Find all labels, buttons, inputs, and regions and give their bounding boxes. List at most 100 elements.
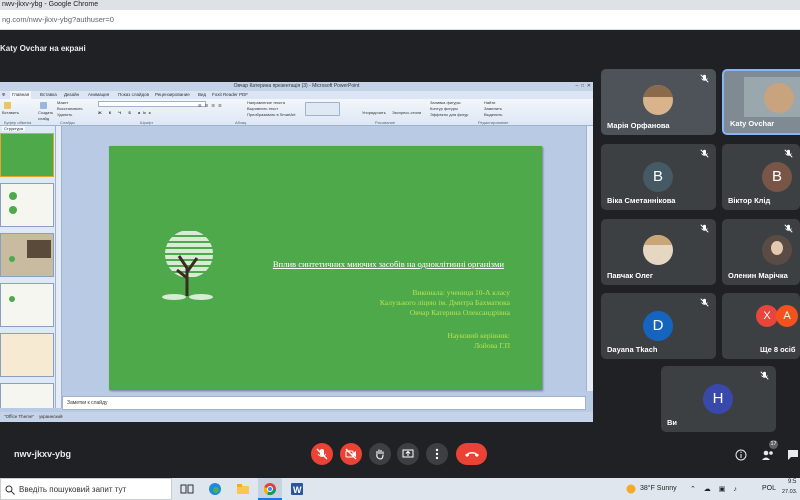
chrome-icon: [264, 483, 276, 496]
file-explorer-icon[interactable]: [236, 482, 250, 496]
tab-insert[interactable]: Вставка: [40, 91, 57, 99]
participant-photo: [762, 235, 792, 265]
task-view-icon[interactable]: [180, 482, 194, 496]
tab-animation[interactable]: Анимация: [88, 91, 109, 99]
new-slide-icon[interactable]: [40, 102, 47, 109]
slide-scrollbar[interactable]: [586, 126, 593, 391]
ribbon: Вставить Создать слайд Макет Восстановит…: [0, 99, 593, 126]
chat-icon[interactable]: [787, 449, 799, 461]
self-tile[interactable]: H Ви: [661, 366, 776, 432]
participant-name: Марія Орфанова: [607, 121, 670, 130]
people-icon[interactable]: [761, 449, 775, 461]
camera-off-icon: [345, 448, 357, 460]
more-vert-icon: [435, 448, 439, 460]
select-button[interactable]: Выделить: [484, 112, 502, 118]
participant-tile-2[interactable]: Katy Ovchar: [722, 69, 800, 135]
powerpoint-title: Овчар Катерина презентація (3) - Microso…: [0, 82, 593, 91]
clock-time[interactable]: 9:5: [788, 479, 796, 485]
leave-call-button[interactable]: [456, 443, 487, 465]
weather-sun-icon[interactable]: [624, 482, 638, 496]
address-bar[interactable]: ng.com/nwv-jkxv-ybg?authuser=0: [0, 10, 800, 30]
tab-home[interactable]: Главная: [10, 91, 32, 99]
paragraph-icons[interactable]: ☰ ☰ ☰ ☰: [198, 103, 223, 109]
quick-styles-button[interactable]: Экспресс-стили: [392, 110, 421, 116]
shapes-gallery-icon[interactable]: [305, 102, 340, 116]
slide-author-block: Виконала: учениця 10-А класу Калузького …: [380, 288, 510, 318]
participant-tile-3[interactable]: В Віка Сметаннікова: [601, 144, 716, 210]
mic-toggle-button[interactable]: [311, 443, 333, 465]
font-format-icons[interactable]: Ж К Ч S abc: [98, 110, 154, 116]
group-drawing: Рисование: [375, 120, 396, 125]
language-status: украинский: [39, 414, 63, 419]
camera-toggle-button[interactable]: [340, 443, 362, 465]
participant-name: Павчак Олег: [607, 271, 653, 280]
participant-avatar: D: [643, 311, 673, 341]
raise-hand-button[interactable]: [369, 443, 391, 465]
shape-effects-button[interactable]: Эффекты для фигур: [430, 112, 468, 118]
participant-tile-5[interactable]: Павчак Олег: [601, 219, 716, 285]
smartart-button[interactable]: Преобразовать в SmartArt: [247, 112, 296, 118]
arrange-button[interactable]: Упорядочить: [362, 110, 386, 116]
participant-photo: [764, 83, 794, 113]
svg-text:W: W: [293, 485, 302, 495]
participant-tile-6[interactable]: Оленин Марічка: [722, 219, 800, 285]
clock-date[interactable]: 27.03.: [782, 489, 797, 495]
tab-review[interactable]: Рецензирование: [155, 91, 190, 99]
participant-tile-7[interactable]: D Dayana Tkach: [601, 293, 716, 359]
edge-icon[interactable]: [208, 482, 222, 496]
tab-foxit[interactable]: Foxit Reader PDF: [212, 91, 248, 99]
input-language[interactable]: POL: [762, 485, 776, 492]
font-select[interactable]: [98, 101, 206, 107]
more-avatar-2: А: [776, 305, 798, 327]
slide-thumbnail-4[interactable]: [0, 283, 54, 327]
thumbnails-tab[interactable]: Структура: [2, 126, 25, 131]
slide-thumbnail-3[interactable]: [0, 233, 54, 277]
more-participants-label: Ще 8 осіб: [760, 345, 796, 354]
slide-thumbnail-6[interactable]: [0, 383, 54, 408]
mic-off-icon: [700, 224, 709, 233]
taskbar-search[interactable]: Введіть пошуковий запит тут: [0, 478, 172, 500]
participant-name: Katy Ovchar: [730, 119, 775, 128]
participant-photo: [643, 235, 673, 265]
tree-logo-icon: [162, 231, 213, 300]
meeting-code: nwv-jkxv-ybg: [14, 449, 72, 459]
new-slide-button[interactable]: Создать слайд: [38, 110, 53, 122]
tab-view[interactable]: Вид: [198, 91, 206, 99]
current-slide[interactable]: Вплив синтетичних миючих засобів на одно…: [109, 146, 542, 390]
participant-name: Віктор Клід: [728, 196, 771, 205]
group-slides: Слайды: [60, 120, 75, 125]
participant-name: Ви: [667, 418, 678, 427]
thumbnails-scrollbar[interactable]: [56, 126, 62, 408]
participant-tile-4[interactable]: В Віктор Клід: [722, 144, 800, 210]
more-participants-tile[interactable]: Х А Ще 8 осіб: [722, 293, 800, 359]
file-tab[interactable]: Ф: [2, 91, 5, 99]
info-icon[interactable]: [735, 449, 747, 461]
present-button[interactable]: [397, 443, 419, 465]
theme-name: "Office Theme": [4, 414, 35, 419]
word-icon[interactable]: W: [290, 482, 304, 496]
advisor-line-1: Науковий керівник:: [447, 331, 511, 340]
ribbon-tabs: Ф Главная Вставка Дизайн Анимация Показ …: [0, 91, 593, 99]
slide-thumbnail-2[interactable]: [0, 183, 54, 227]
paste-button[interactable]: Вставить: [2, 110, 19, 116]
participant-tile-1[interactable]: Марія Орфанова: [601, 69, 716, 135]
participant-name: Dayana Tkach: [607, 345, 658, 354]
paste-icon[interactable]: [4, 102, 11, 109]
group-clipboard: Буфер обмена: [4, 120, 32, 125]
slide-thumbnail-5[interactable]: [0, 333, 54, 377]
slide-thumbnails-pane[interactable]: Структура: [0, 126, 56, 408]
delete-button[interactable]: Удалить: [57, 112, 72, 118]
chrome-taskbar-item[interactable]: [258, 478, 282, 500]
author-line-3: Овчар Катерина Олександрівна: [409, 308, 510, 317]
weather-text[interactable]: 38°F Sunny: [640, 485, 677, 492]
tab-design[interactable]: Дизайн: [64, 91, 79, 99]
more-options-button[interactable]: [426, 443, 448, 465]
tab-slideshow[interactable]: Показ слайдов: [118, 91, 149, 99]
slide-notes[interactable]: Заметки к слайду: [62, 396, 586, 410]
slide-thumbnail-1[interactable]: [0, 133, 54, 177]
shared-screen-powerpoint[interactable]: Овчар Катерина презентація (3) - Microso…: [0, 82, 593, 422]
slide-title: Вплив синтетичних миючих засобів на одно…: [272, 259, 504, 269]
group-editing: Редактирование: [478, 120, 509, 125]
system-tray-icons[interactable]: ⌃ ☁ ▣ ♪: [690, 485, 740, 493]
windows-taskbar: Введіть пошуковий запит тут W 38°F Sunny…: [0, 478, 800, 500]
